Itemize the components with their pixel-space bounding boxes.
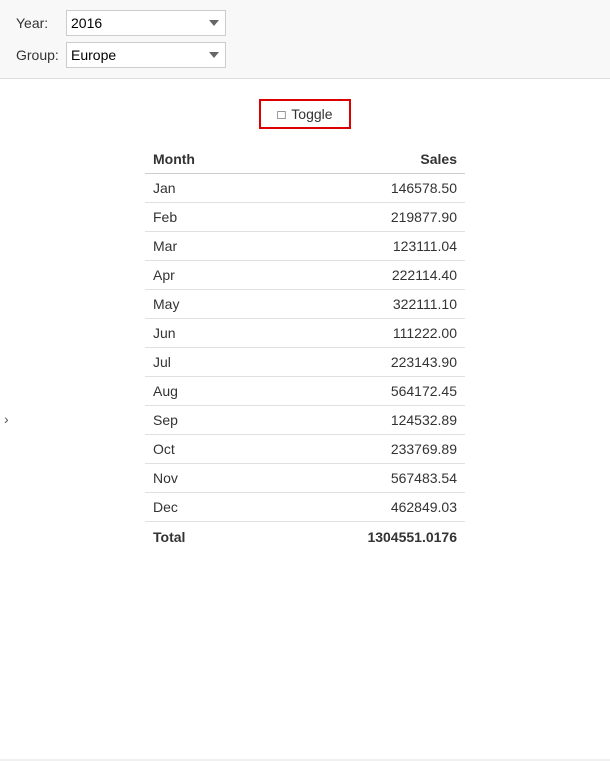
total-label: Total: [145, 522, 258, 553]
table-row: Sep124532.89: [145, 406, 465, 435]
table-row: May322111.10: [145, 290, 465, 319]
cell-sales: 564172.45: [258, 377, 465, 406]
table-row: Oct233769.89: [145, 435, 465, 464]
total-row: Total 1304551.0176: [145, 522, 465, 553]
cell-month: Apr: [145, 261, 258, 290]
cell-month: Aug: [145, 377, 258, 406]
table-row: Jun111222.00: [145, 319, 465, 348]
group-filter-row: Group: Europe Americas Asia Africa: [16, 42, 594, 68]
cell-month: May: [145, 290, 258, 319]
table-row: Apr222114.40: [145, 261, 465, 290]
sales-table: Month Sales Jan146578.50Feb219877.90Mar1…: [145, 145, 465, 552]
cell-sales: 322111.10: [258, 290, 465, 319]
year-label: Year:: [16, 15, 66, 31]
table-row: Feb219877.90: [145, 203, 465, 232]
cell-month: Jul: [145, 348, 258, 377]
main-content: › □ Toggle Month Sales Jan146578.50Feb21…: [0, 79, 610, 759]
cell-month: Jun: [145, 319, 258, 348]
cell-sales: 462849.03: [258, 493, 465, 522]
cell-sales: 124532.89: [258, 406, 465, 435]
cell-sales: 567483.54: [258, 464, 465, 493]
table-row: Aug564172.45: [145, 377, 465, 406]
cell-month: Sep: [145, 406, 258, 435]
table-row: Nov567483.54: [145, 464, 465, 493]
toggle-label: Toggle: [291, 106, 332, 122]
year-filter-row: Year: 2016 2015 2014 2017: [16, 10, 594, 36]
table-row: Jan146578.50: [145, 174, 465, 203]
cell-sales: 223143.90: [258, 348, 465, 377]
cell-month: Oct: [145, 435, 258, 464]
cell-month: Nov: [145, 464, 258, 493]
cell-month: Dec: [145, 493, 258, 522]
toggle-button[interactable]: □ Toggle: [259, 99, 350, 129]
table-row: Dec462849.03: [145, 493, 465, 522]
cell-month: Jan: [145, 174, 258, 203]
table-wrapper: Month Sales Jan146578.50Feb219877.90Mar1…: [0, 145, 610, 552]
total-value: 1304551.0176: [258, 522, 465, 553]
table-header-row: Month Sales: [145, 145, 465, 174]
col-sales-header: Sales: [258, 145, 465, 174]
table-row: Jul223143.90: [145, 348, 465, 377]
cell-sales: 123111.04: [258, 232, 465, 261]
cell-month: Mar: [145, 232, 258, 261]
toggle-icon: □: [277, 107, 285, 122]
year-select[interactable]: 2016 2015 2014 2017: [66, 10, 226, 36]
filter-bar: Year: 2016 2015 2014 2017 Group: Europe …: [0, 0, 610, 79]
group-label: Group:: [16, 47, 66, 63]
col-month-header: Month: [145, 145, 258, 174]
table-row: Mar123111.04: [145, 232, 465, 261]
cell-sales: 233769.89: [258, 435, 465, 464]
toggle-btn-container: □ Toggle: [0, 99, 610, 129]
cell-sales: 222114.40: [258, 261, 465, 290]
cell-sales: 111222.00: [258, 319, 465, 348]
cell-sales: 219877.90: [258, 203, 465, 232]
group-select[interactable]: Europe Americas Asia Africa: [66, 42, 226, 68]
sidebar-arrow[interactable]: ›: [0, 405, 13, 433]
cell-month: Feb: [145, 203, 258, 232]
cell-sales: 146578.50: [258, 174, 465, 203]
